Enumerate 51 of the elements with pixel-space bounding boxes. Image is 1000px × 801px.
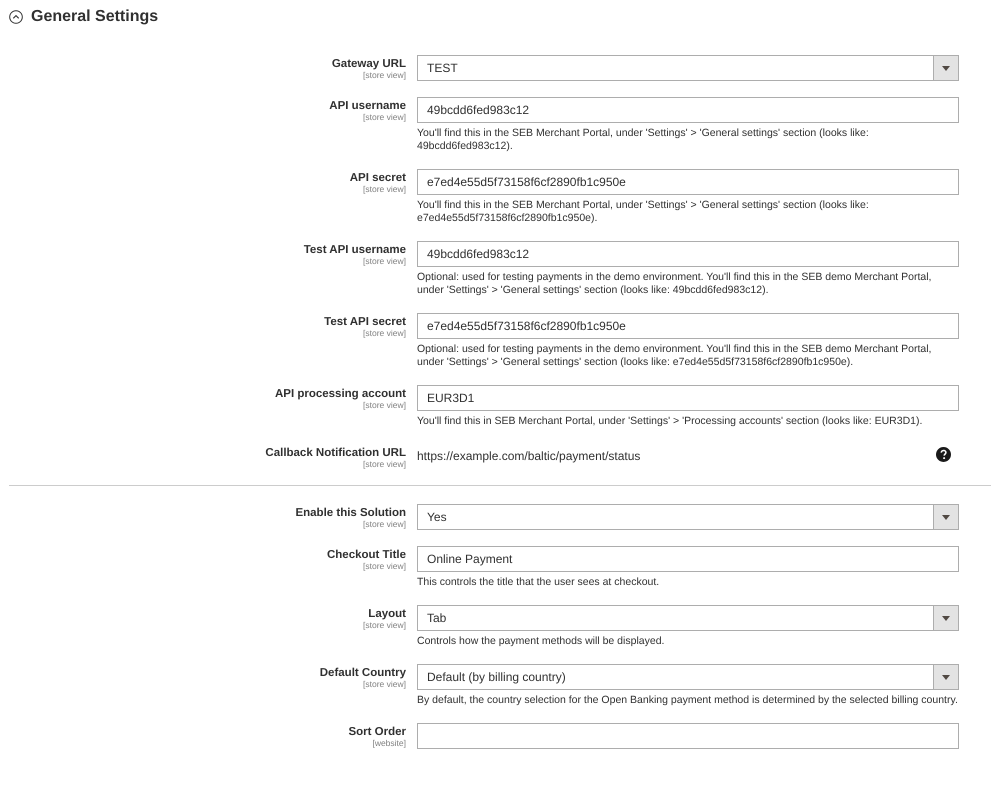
help-text: Optional: used for testing payments in the demo environment. You'll find this in the SEB demo Merchant Portal, under 'Settings' > 'General settings' section (looks like: 49bcdd6fed983c12). <box>417 271 932 297</box>
input-field[interactable]: e7ed4e55d5f73158f6cf2890fb1c950e <box>417 313 959 339</box>
scope-label: [store view] <box>363 520 406 529</box>
url-text: https://example.com/baltic/payment/status <box>417 448 640 465</box>
field-label: Enable this Solution <box>295 506 406 520</box>
input-field[interactable]: 49bcdd6fed983c12 <box>417 241 959 267</box>
field-label: API secret <box>350 171 406 185</box>
field-label: Test API username <box>304 243 406 257</box>
help-text: You'll find this in the SEB Merchant Portal, under 'Settings' > 'General settings' section (looks like: e7ed4e55d5f73158f6cf2890fb1c950e). <box>417 199 870 225</box>
help-text: This controls the title that the user sees at checkout. <box>417 576 660 589</box>
dropdown[interactable]: Tab <box>417 605 959 631</box>
field-label: API username <box>329 99 406 113</box>
scope-label: [website] <box>372 739 406 748</box>
caret-icon <box>942 674 950 680</box>
scope-label: [store view] <box>363 460 406 469</box>
caret-icon <box>942 514 950 520</box>
scope-label: [store view] <box>363 257 406 266</box>
input-field[interactable]: Online Payment <box>417 546 959 572</box>
section-title[interactable]: General Settings <box>31 5 158 29</box>
input-field[interactable]: EUR3D1 <box>417 385 959 411</box>
field-label: Sort Order <box>348 725 406 739</box>
dropdown[interactable]: Yes <box>417 504 959 530</box>
scope-label: [store view] <box>363 401 406 410</box>
scope-label: [store view] <box>363 329 406 338</box>
dropdown[interactable]: Default (by billing country) <box>417 664 959 690</box>
help-text: You'll find this in the SEB Merchant Portal, under 'Settings' > 'General settings' section (looks like: 49bcdd6fed983c12). <box>417 127 870 153</box>
scope-label: [store view] <box>363 185 406 194</box>
input-field[interactable]: 49bcdd6fed983c12 <box>417 97 959 123</box>
help-text: Controls how the payment methods will be displayed. <box>417 635 666 648</box>
help-icon[interactable] <box>936 447 951 462</box>
dropdown[interactable]: TEST <box>417 55 959 81</box>
help-text: Optional: used for testing payments in the demo environment. You'll find this in the SEB demo Merchant Portal, under 'Settings' > 'General settings' section (looks like: e7ed4e55d5f73158f6cf2890fb1c950e). <box>417 343 932 369</box>
collapse-icon[interactable] <box>9 10 23 24</box>
scope-label: [store view] <box>363 680 406 689</box>
field-label: Gateway URL <box>332 57 406 71</box>
scope-label: [store view] <box>363 562 406 571</box>
input-field[interactable] <box>417 723 959 749</box>
field-label: Checkout Title <box>326 548 406 562</box>
caret-icon <box>942 616 950 620</box>
field-label: Callback Notification URL <box>265 446 406 460</box>
help-text: By default, the country selection for the Open Banking payment method is determined by the selected billing country. <box>417 694 959 707</box>
help-text: You'll find this in SEB Merchant Portal, under 'Settings' > 'Processing accounts' section (looks like: EUR3D1). <box>417 415 924 428</box>
caret-icon <box>942 66 950 70</box>
field-label: API processing account <box>274 387 406 401</box>
field-label: Test API secret <box>324 315 406 329</box>
field-label: Default Country <box>320 666 406 680</box>
field-label: Layout <box>368 607 406 621</box>
scope-label: [store view] <box>363 621 406 630</box>
scope-label: [store view] <box>363 113 406 122</box>
scope-label: [store view] <box>363 71 406 80</box>
input-field[interactable]: e7ed4e55d5f73158f6cf2890fb1c950e <box>417 169 959 195</box>
